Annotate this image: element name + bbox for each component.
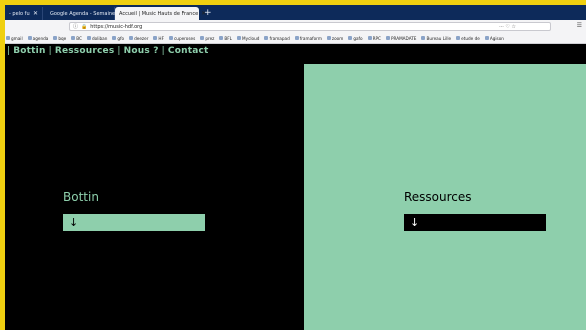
tab-label: Accueil | Music Hauts de France	[119, 10, 199, 17]
page-content: | Bottin | Ressources | Nous ? | Contact…	[5, 44, 586, 330]
folder-icon	[421, 36, 426, 40]
folder-icon	[456, 36, 461, 40]
bookmark[interactable]: Agison	[484, 36, 504, 41]
bookmark[interactable]: PRAMADATE	[385, 36, 416, 41]
tab-label: Google Agenda - Semaine du	[50, 10, 124, 17]
lock-icon[interactable]: 🔒	[81, 24, 87, 30]
bottin-title[interactable]: Bottin	[63, 190, 99, 204]
bookmark[interactable]: Mycloud	[237, 36, 259, 41]
folder-icon	[200, 36, 205, 40]
folder-icon	[153, 36, 158, 40]
tab-label: - pelo fu	[9, 10, 30, 17]
navigation-bar: ⓘ 🔒 https://music-hdf.org ··· ♡ ☆ ☰	[5, 20, 586, 33]
bookmark[interactable]: Bureau Lille	[421, 36, 451, 41]
browser-window: - pelo fu ✕ Google Agenda - Semaine du ✕…	[5, 5, 586, 330]
bookmark[interactable]: gmail	[6, 36, 23, 41]
bookmark[interactable]: bqe	[53, 36, 66, 41]
nav-separator: |	[48, 46, 52, 56]
nav-link-nous[interactable]: Nous ?	[124, 46, 159, 56]
ressources-title[interactable]: Ressources	[404, 190, 472, 204]
bottin-arrow-button[interactable]: ↓	[63, 214, 205, 231]
menu-icon[interactable]: ☰	[577, 22, 582, 29]
site-nav: | Bottin | Ressources | Nous ? | Contact	[7, 46, 209, 56]
folder-icon	[326, 36, 331, 40]
folder-icon	[294, 36, 299, 40]
folder-icon	[86, 36, 91, 40]
bookmark[interactable]: zoom	[326, 36, 343, 41]
tab-bar: - pelo fu ✕ Google Agenda - Semaine du ✕…	[5, 5, 586, 20]
url-bar[interactable]: ⓘ 🔒 https://music-hdf.org ··· ♡ ☆	[69, 22, 551, 31]
nav-separator: |	[161, 46, 165, 56]
folder-icon	[27, 36, 32, 40]
nav-separator: |	[117, 46, 121, 56]
url-actions[interactable]: ··· ♡ ☆	[499, 24, 516, 30]
folder-icon	[6, 36, 10, 40]
ressources-arrow-button[interactable]: ↓	[404, 214, 546, 231]
bookmark[interactable]: prez	[200, 36, 214, 41]
info-icon[interactable]: ⓘ	[73, 23, 78, 30]
nav-link-ressources[interactable]: Ressources	[55, 46, 115, 56]
bookmarks-bar: gmail agenda bqe BC doliban gfo deezer H…	[5, 33, 586, 44]
new-tab-button[interactable]: +	[199, 7, 217, 20]
tab-google-agenda[interactable]: Google Agenda - Semaine du ✕	[43, 7, 131, 20]
bookmark[interactable]: deezer	[129, 36, 148, 41]
nav-separator: |	[7, 46, 11, 56]
folder-icon	[237, 36, 241, 40]
folder-icon	[168, 36, 173, 40]
folder-icon	[219, 36, 224, 40]
folder-icon	[484, 36, 489, 40]
folder-icon	[112, 36, 117, 40]
close-icon[interactable]: ✕	[33, 10, 38, 17]
folder-icon	[264, 36, 269, 40]
bookmark[interactable]: BC	[71, 36, 82, 41]
bookmark[interactable]: HF	[153, 36, 164, 41]
bookmark[interactable]: gafo	[348, 36, 363, 41]
bookmark[interactable]: framaform	[294, 36, 322, 41]
bookmark[interactable]: doliban	[86, 36, 107, 41]
folder-icon	[71, 36, 76, 40]
arrow-down-icon: ↓	[69, 216, 79, 229]
folder-icon	[385, 36, 390, 40]
bookmark[interactable]: etude de	[456, 36, 480, 41]
folder-icon	[53, 36, 58, 40]
bookmark[interactable]: gfo	[112, 36, 124, 41]
bookmark[interactable]: framapad	[264, 36, 290, 41]
tab-music-hdf[interactable]: Accueil | Music Hauts de France ✕	[115, 7, 206, 20]
bookmark[interactable]: agenda	[27, 36, 48, 41]
folder-icon	[348, 36, 353, 40]
url-text[interactable]: https://music-hdf.org	[90, 24, 142, 30]
folder-icon	[129, 36, 134, 40]
bookmark[interactable]: RPC	[367, 36, 381, 41]
folder-icon	[367, 36, 372, 40]
arrow-down-icon: ↓	[410, 216, 420, 229]
nav-link-bottin[interactable]: Bottin	[13, 46, 45, 56]
bookmark[interactable]: BFL	[219, 36, 232, 41]
tab-1[interactable]: - pelo fu ✕	[5, 7, 43, 20]
bookmark[interactable]: cuperoses	[168, 36, 195, 41]
nav-link-contact[interactable]: Contact	[168, 46, 209, 56]
